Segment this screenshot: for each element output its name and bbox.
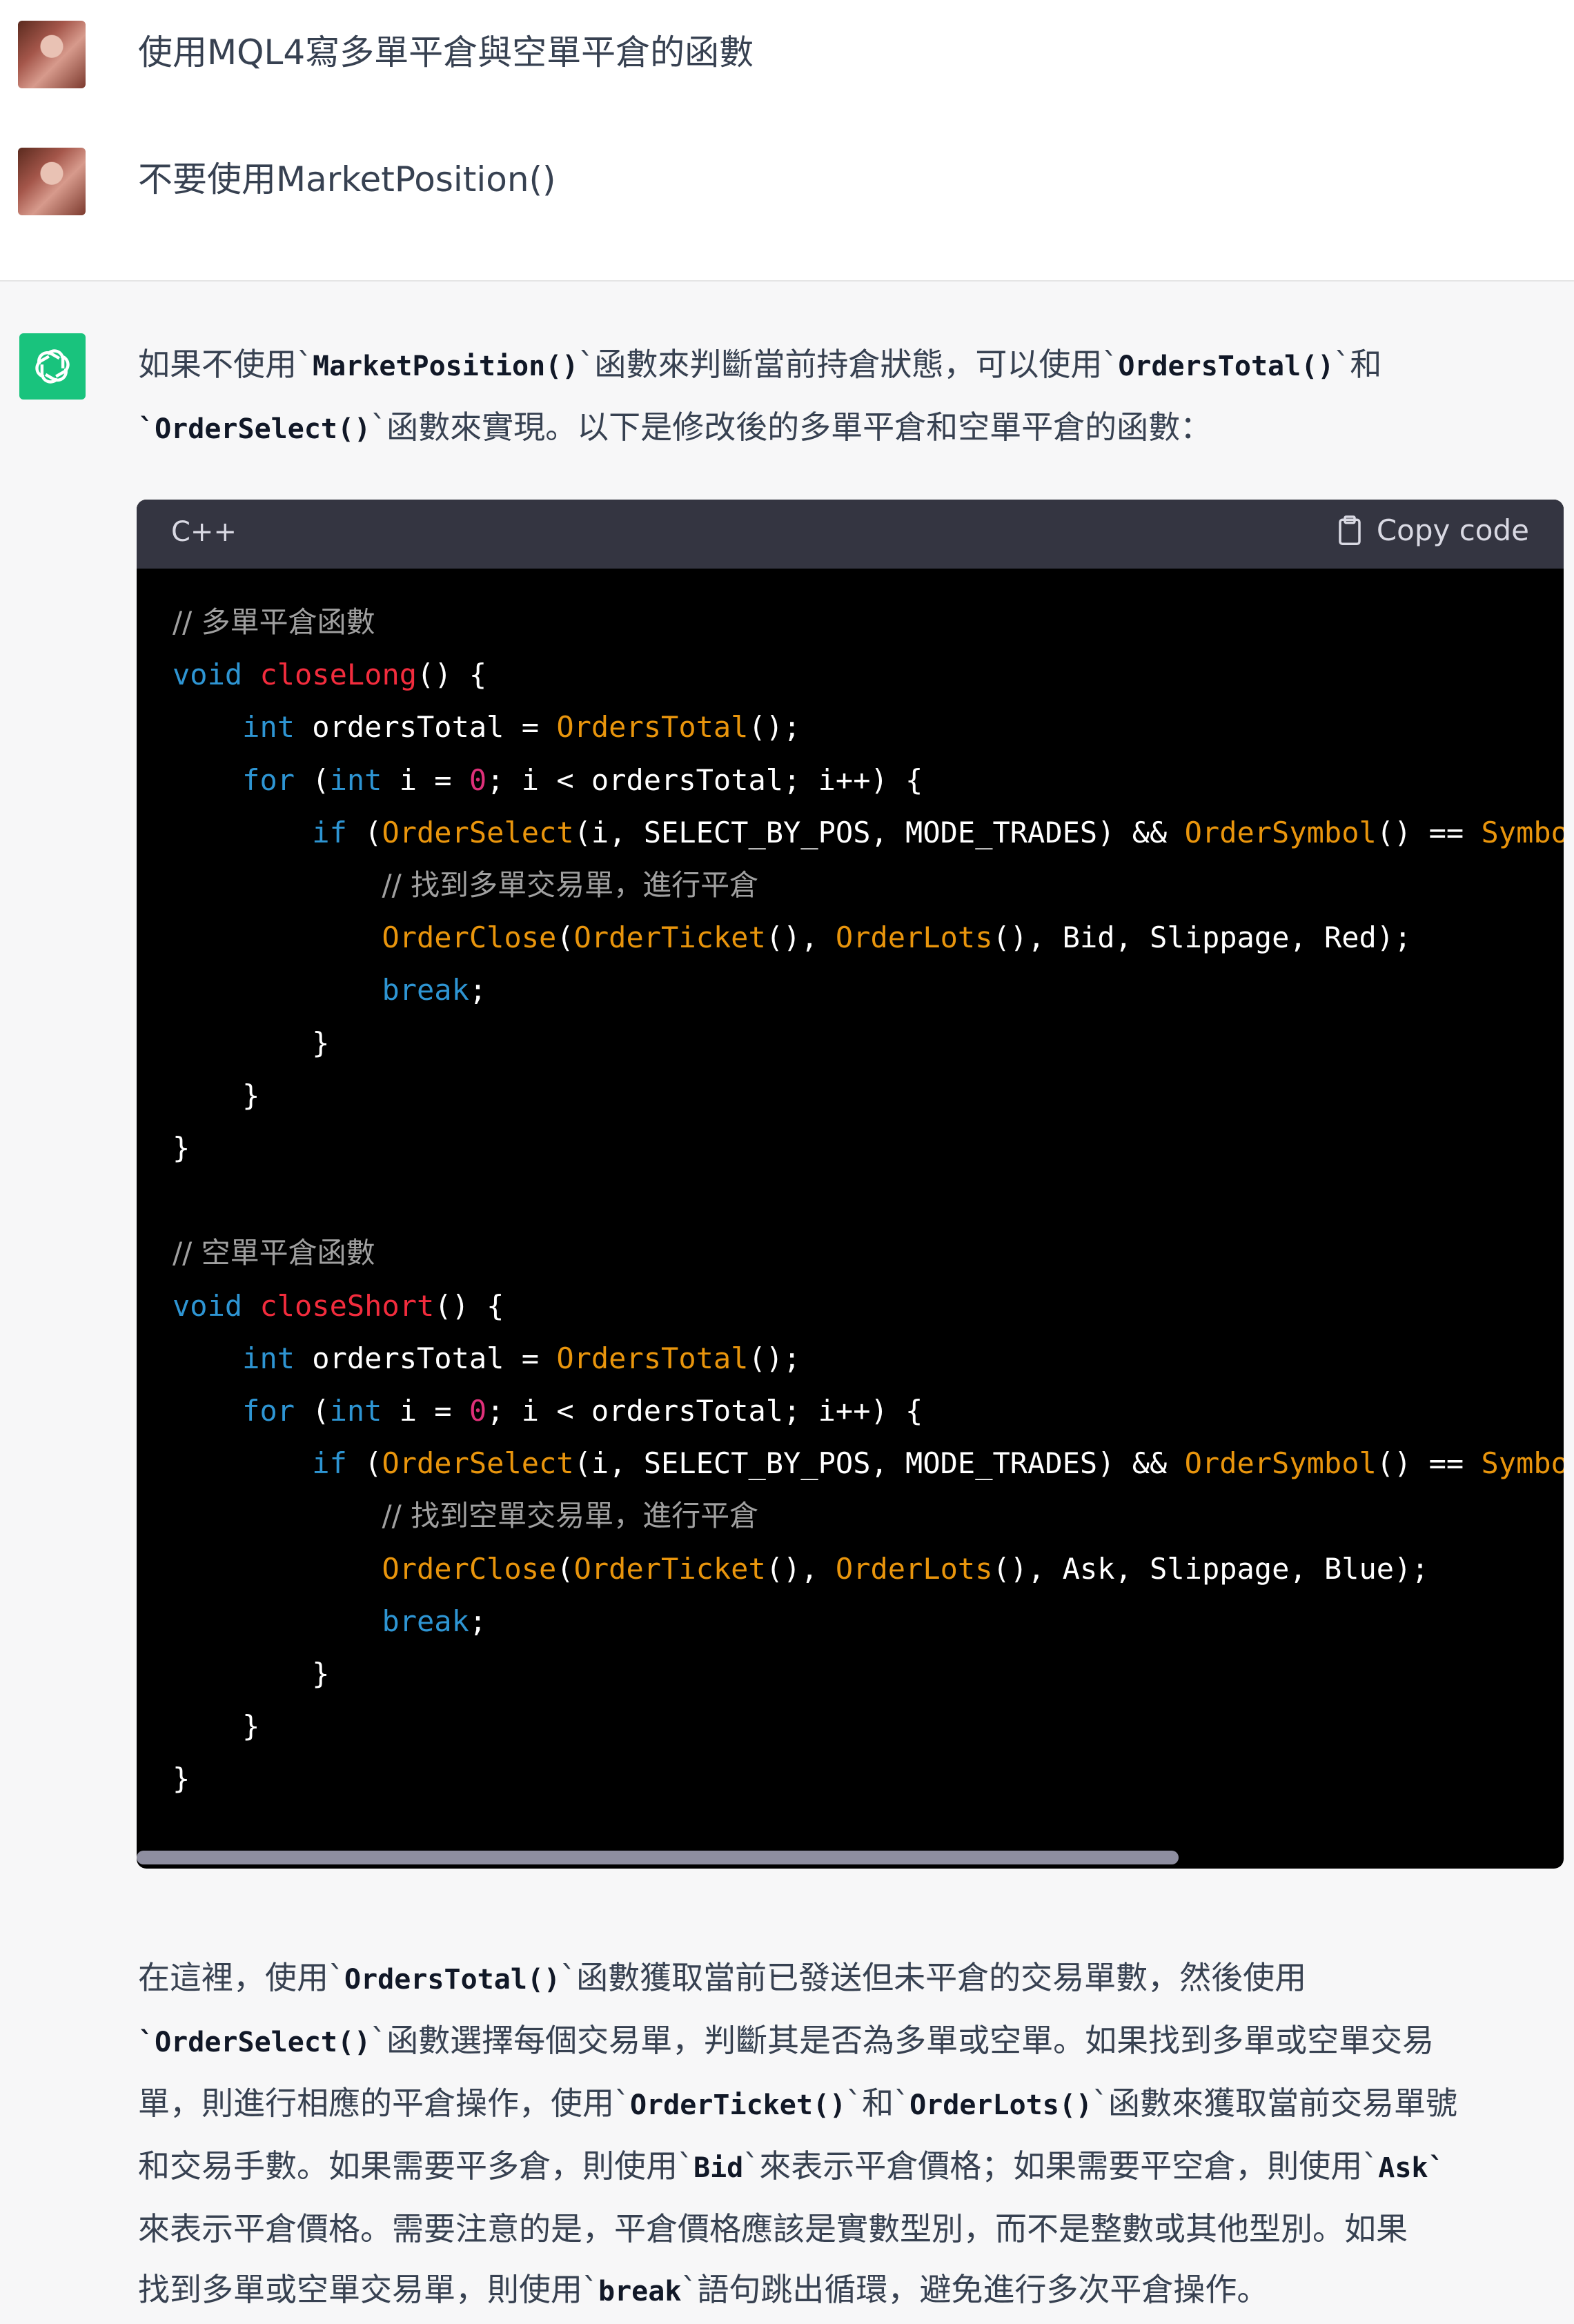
inline-code: OrderTicket() [630,2089,847,2121]
code-comment: // 空單平倉函數 [173,1236,375,1270]
user-avatar [18,21,86,88]
user-message: 使用MQL4寫多單平倉與空單平倉的函數 [0,0,1574,97]
inline-code: break [598,2276,682,2307]
user-message-text: 使用MQL4寫多單平倉與空單平倉的函數 [138,32,754,72]
clipboard-icon [1339,515,1361,545]
inline-code: OrdersTotal() [344,1964,561,1996]
inline-code: Ask` [1378,2152,1445,2184]
assistant-avatar [19,333,86,400]
function-name: closeShort [259,1288,435,1323]
code-comment: // 多單平倉函數 [173,605,375,639]
assistant-explanation-text: 在這裡，使用`OrdersTotal()`函數獲取當前已發送但未平倉的交易單數，… [138,1959,1457,2308]
copy-code-label: Copy code [1376,513,1529,547]
code-header: C++ Copy code [137,500,1564,569]
horizontal-scrollbar[interactable] [137,1851,1179,1864]
code-content: // 多單平倉函數 void closeLong() { int ordersT… [173,605,1564,1796]
user-avatar [18,148,86,215]
openai-logo-icon [35,349,70,384]
user-message: 不要使用MarketPosition() [0,131,1574,255]
inline-code: `OrderSelect() [138,2027,371,2058]
code-block: C++ Copy code // 多單平倉函數 void closeLong()… [137,500,1564,1869]
code-comment: // 找到空單交易單，進行平倉 [382,1499,759,1533]
user-message-text: 不要使用MarketPosition() [138,159,556,199]
copy-code-button[interactable]: Copy code [1335,513,1529,547]
code-comment: // 找到多單交易單，進行平倉 [382,868,759,903]
function-name: closeLong [259,658,417,692]
code-language-label: C++ [171,516,237,548]
inline-code: `OrderSelect() [138,413,371,445]
inline-code: OrdersTotal() [1118,351,1335,382]
inline-code: MarketPosition() [313,351,579,382]
assistant-intro-text: 如果不使用`MarketPosition()`函數來判斷當前持倉狀態，可以使用`… [138,346,1382,446]
inline-code: OrderLots() [909,2089,1092,2121]
inline-code: Bid [693,2152,744,2184]
